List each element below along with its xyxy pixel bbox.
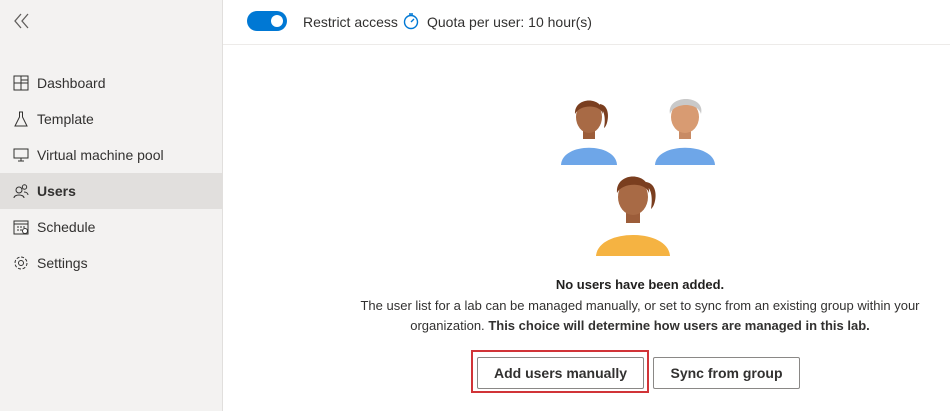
collapse-sidebar-icon[interactable] [12, 11, 32, 31]
sidebar: Dashboard Template Virtual machine pool … [0, 0, 223, 411]
sync-from-group-button[interactable]: Sync from group [653, 357, 800, 389]
gear-icon [12, 254, 30, 272]
dashboard-icon [12, 74, 30, 92]
calendar-icon [12, 218, 30, 236]
sidebar-item-template[interactable]: Template [0, 101, 222, 137]
sidebar-item-label: Schedule [37, 219, 96, 235]
quota-per-user-button[interactable]: Quota per user: 10 hour(s) [427, 14, 592, 30]
restrict-access-toggle[interactable] [247, 11, 287, 31]
empty-state-emphasis: This choice will determine how users are… [488, 318, 870, 333]
flask-icon [12, 110, 30, 128]
sidebar-item-label: Virtual machine pool [37, 147, 164, 163]
sidebar-item-label: Users [37, 183, 76, 199]
monitor-icon [12, 146, 30, 164]
empty-state-description: The user list for a lab can be managed m… [330, 296, 950, 336]
users-illustration [560, 94, 720, 259]
sidebar-item-virtual-machine-pool[interactable]: Virtual machine pool [0, 137, 222, 173]
sidebar-item-label: Dashboard [37, 75, 106, 91]
add-users-manually-button[interactable]: Add users manually [477, 357, 644, 389]
command-bar: Restrict access Quota per user: 10 hour(… [223, 0, 950, 45]
users-icon [12, 182, 30, 200]
restrict-access-label: Restrict access [303, 14, 398, 30]
empty-state-title: No users have been added. [555, 277, 725, 292]
toggle-knob [271, 15, 283, 27]
sidebar-item-schedule[interactable]: Schedule [0, 209, 222, 245]
stopwatch-icon[interactable] [402, 12, 420, 30]
sidebar-item-settings[interactable]: Settings [0, 245, 222, 281]
sidebar-item-label: Settings [37, 255, 88, 271]
sidebar-nav: Dashboard Template Virtual machine pool … [0, 65, 222, 281]
sidebar-item-label: Template [37, 111, 94, 127]
sidebar-item-users[interactable]: Users [0, 173, 222, 209]
sidebar-item-dashboard[interactable]: Dashboard [0, 65, 222, 101]
